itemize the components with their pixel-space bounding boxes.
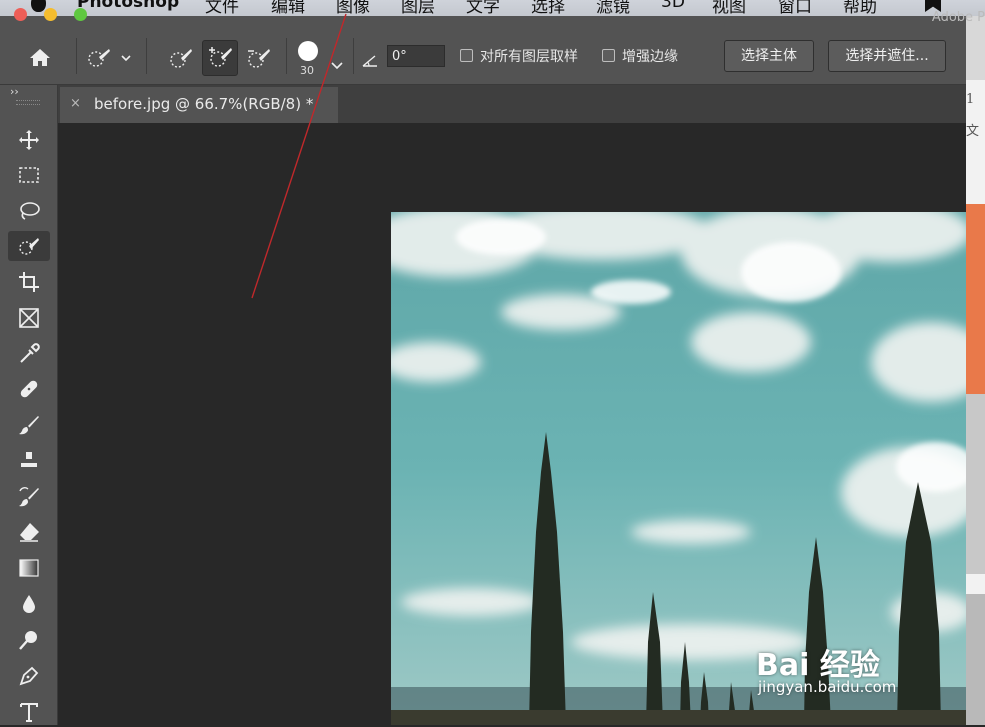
brush-options-chevron-icon[interactable] — [330, 52, 344, 76]
dodge-tool[interactable] — [8, 625, 50, 655]
angle-icon — [361, 49, 379, 73]
menu-layer[interactable]: 图层 — [401, 0, 435, 16]
enhance-edge-checkbox[interactable] — [602, 49, 615, 62]
lasso-tool[interactable] — [8, 196, 50, 226]
menu-view[interactable]: 视图 — [712, 0, 746, 16]
angle-input[interactable] — [387, 45, 445, 67]
brush-tool[interactable] — [8, 410, 50, 440]
background-text-1: 1 — [966, 92, 975, 107]
document-tab-title: before.jpg @ 66.7%(RGB/8) * — [94, 95, 314, 113]
eyedropper-icon — [20, 343, 40, 363]
menu-file[interactable]: 文件 — [205, 0, 239, 16]
menu-edit[interactable]: 编辑 — [271, 0, 305, 16]
zoom-window-button[interactable] — [74, 8, 87, 21]
menu-select[interactable]: 选择 — [531, 0, 565, 16]
crop-icon — [19, 272, 39, 292]
close-window-button[interactable] — [14, 8, 27, 21]
gradient-tool[interactable] — [8, 553, 50, 583]
sample-all-layers-checkbox[interactable] — [460, 49, 473, 62]
eraser-icon — [20, 523, 39, 542]
clone-stamp-tool[interactable] — [8, 446, 50, 476]
marquee-tool[interactable] — [8, 160, 50, 190]
menu-image[interactable]: 图像 — [336, 0, 370, 16]
document-tab-bar: × before.jpg @ 66.7%(RGB/8) * — [58, 85, 966, 123]
watermark-url: jingyan.baidu.com — [758, 678, 897, 696]
eraser-tool[interactable] — [8, 517, 50, 547]
blur-tool[interactable] — [8, 589, 50, 619]
app-title-label: Adobe P — [931, 10, 985, 25]
background-window-edge: 1 文 — [966, 16, 985, 725]
options-bar: 30 对所有图层取样 增强边缘 选择主体 选择并遮住... — [0, 16, 966, 85]
move-tool[interactable] — [8, 125, 50, 155]
menu-3d[interactable]: 3D — [661, 0, 685, 12]
menu-filter[interactable]: 滤镜 — [596, 0, 630, 16]
eyedropper-tool[interactable] — [8, 339, 50, 369]
lasso-icon — [20, 202, 40, 220]
pen-tool[interactable] — [8, 661, 50, 691]
macos-menubar: Photoshop 文件 编辑 图像 图层 文字 选择 滤镜 3D 视图 窗口 … — [0, 0, 985, 16]
brush-size-label: 30 — [300, 64, 314, 77]
new-selection-brush-icon[interactable] — [168, 46, 194, 75]
quick-selection-icon — [19, 238, 39, 255]
healing-brush-tool[interactable] — [8, 374, 50, 404]
brush-icon — [19, 416, 39, 435]
bandage-icon — [20, 380, 38, 398]
rectangular-marquee-icon — [19, 167, 39, 183]
sample-all-layers-label: 对所有图层取样 — [480, 49, 578, 65]
pen-icon — [19, 666, 39, 686]
collapse-panel-button[interactable]: ›› — [10, 85, 19, 98]
minimize-window-button[interactable] — [44, 8, 57, 21]
frame-icon — [19, 308, 39, 328]
subtract-selection-brush-icon[interactable] — [245, 46, 273, 75]
select-and-mask-button[interactable]: 选择并遮住... — [828, 40, 946, 72]
menu-window[interactable]: 窗口 — [778, 0, 812, 16]
menu-app-name[interactable]: Photoshop — [77, 0, 179, 12]
dodge-icon — [19, 631, 37, 650]
blur-drop-icon — [23, 595, 35, 613]
move-icon — [19, 130, 39, 150]
tool-preset-picker-icon[interactable] — [85, 46, 131, 75]
home-icon[interactable] — [28, 46, 52, 70]
history-brush-icon — [19, 487, 39, 507]
type-tool[interactable] — [8, 697, 50, 727]
tools-panel: ›› — [0, 85, 58, 725]
panel-grip[interactable] — [16, 100, 40, 105]
stamp-icon — [21, 452, 37, 469]
apple-menu-icon[interactable] — [31, 0, 46, 12]
menu-type[interactable]: 文字 — [466, 0, 500, 16]
document-tab[interactable]: × before.jpg @ 66.7%(RGB/8) * — [60, 87, 338, 123]
crop-tool[interactable] — [8, 267, 50, 297]
quick-selection-tool[interactable] — [8, 231, 50, 261]
history-brush-tool[interactable] — [8, 482, 50, 512]
gradient-icon — [19, 559, 39, 577]
add-to-selection-brush-button[interactable] — [202, 40, 238, 76]
close-tab-icon[interactable]: × — [70, 96, 81, 111]
background-text-2: 文 — [966, 124, 980, 139]
brush-preview-icon[interactable] — [298, 41, 318, 61]
select-subject-button[interactable]: 选择主体 — [724, 40, 814, 72]
type-icon — [20, 703, 38, 722]
canvas-area[interactable] — [58, 123, 966, 725]
frame-tool[interactable] — [8, 303, 50, 333]
enhance-edge-label: 增强边缘 — [622, 49, 678, 65]
menu-help[interactable]: 帮助 — [843, 0, 877, 16]
